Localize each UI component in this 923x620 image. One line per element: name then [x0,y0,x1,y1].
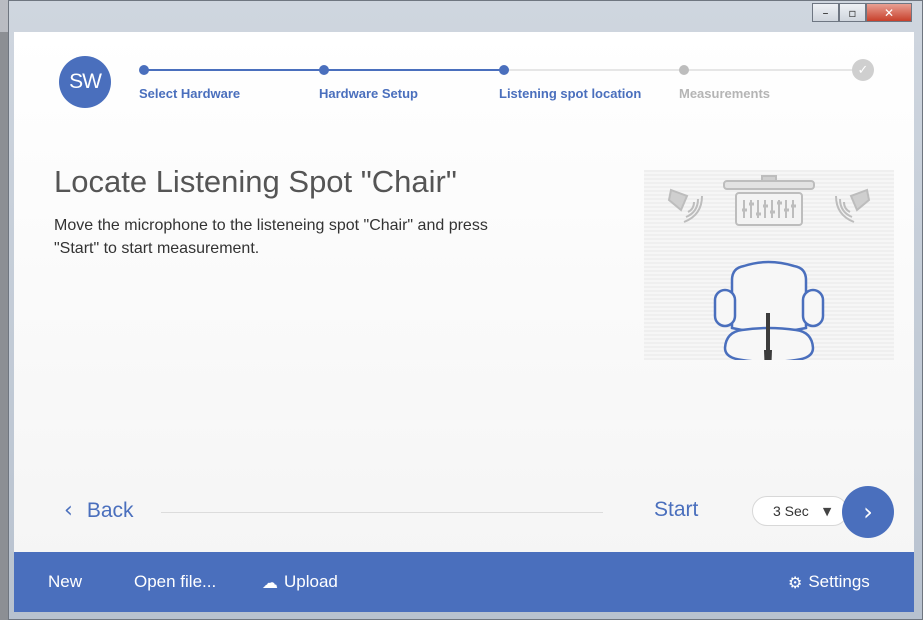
step-listening-spot-location[interactable]: Listening spot location [499,86,641,101]
room-diagram [667,175,871,377]
step-dot-hardware-setup [319,65,329,75]
chevron-right-icon: › [863,498,873,526]
footer-toolbar: New Open file... ☁ Upload ⚙ Settings [14,552,914,612]
maximize-button[interactable]: ▫ [839,3,866,22]
step-select-hardware[interactable]: Select Hardware [139,86,240,101]
wizard-navigation: ‹ Back Start 3 Sec ▼ › [14,482,914,542]
page-title: Locate Listening Spot "Chair" [54,164,457,199]
chevron-down-icon: ▼ [822,504,832,518]
app-logo: SW [59,56,111,108]
open-file-button[interactable]: Open file... [134,572,216,592]
instruction-text: Move the microphone to the listeneing sp… [54,217,488,257]
upload-button[interactable]: ☁ Upload [262,572,338,592]
start-button[interactable]: Start [654,498,698,522]
nav-divider [161,512,603,513]
cloud-icon: ☁ [262,572,278,592]
back-label: Back [86,498,134,522]
mixing-console-icon [723,175,815,226]
gear-icon: ⚙ [788,572,803,592]
step-dot-measurements [679,65,689,75]
upload-label: Upload [284,572,338,591]
window-controls: – ▫ ✕ [812,3,912,22]
close-button[interactable]: ✕ [866,3,912,22]
check-icon: ✓ [852,59,874,81]
new-label: New [48,572,83,591]
step-dot-select-hardware [139,65,149,75]
right-speaker-icon [835,188,871,223]
back-button[interactable]: ‹ Back [64,498,134,523]
delay-select[interactable]: 3 Sec ▼ [752,496,848,526]
wizard-client-area: SW ✓ Select Hardware Hardware Setup List… [14,32,914,612]
step-dot-listening-spot [499,65,509,75]
settings-label: Settings [808,572,870,591]
next-button[interactable]: › [842,486,894,538]
new-button[interactable]: New [48,572,82,592]
minimize-button[interactable]: – [812,3,839,22]
open-file-label: Open file... [134,572,217,591]
step-measurements: Measurements [679,86,771,101]
delay-value: 3 Sec [773,503,809,519]
step-hardware-setup[interactable]: Hardware Setup [319,86,418,101]
chevron-left-icon: ‹ [64,498,73,523]
settings-button[interactable]: ⚙ Settings [788,572,870,592]
left-speaker-icon [667,188,703,223]
listening-spot-illustration [644,170,894,377]
